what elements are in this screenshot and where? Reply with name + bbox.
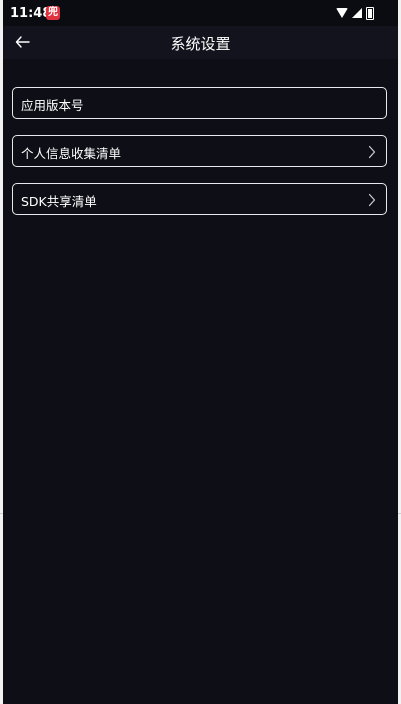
wifi-icon bbox=[336, 8, 348, 18]
chevron-right-icon bbox=[368, 145, 376, 159]
header-bar: 系统设置 bbox=[3, 26, 398, 59]
app-notification-icon: 兜 bbox=[46, 6, 60, 20]
status-indicators bbox=[336, 6, 374, 20]
page-title: 系统设置 bbox=[170, 35, 231, 53]
status-bar: 11:48 兜 bbox=[3, 0, 398, 26]
settings-item-sdk-sharing-list[interactable]: SDK共享清单 bbox=[12, 183, 387, 215]
system-settings-screen: 11:48 兜 系统设置 应用版本号 个人信息收集清单 SDK共享清单 bbox=[3, 0, 398, 704]
settings-item-label: 个人信息收集清单 bbox=[21, 146, 122, 161]
battery-icon bbox=[366, 6, 374, 20]
settings-item-label: 应用版本号 bbox=[21, 98, 84, 113]
settings-item-app-version[interactable]: 应用版本号 bbox=[12, 87, 387, 119]
chevron-right-icon bbox=[368, 193, 376, 207]
settings-item-label: SDK共享清单 bbox=[21, 194, 97, 209]
settings-item-personal-info-list[interactable]: 个人信息收集清单 bbox=[12, 135, 387, 167]
signal-icon bbox=[352, 8, 362, 18]
